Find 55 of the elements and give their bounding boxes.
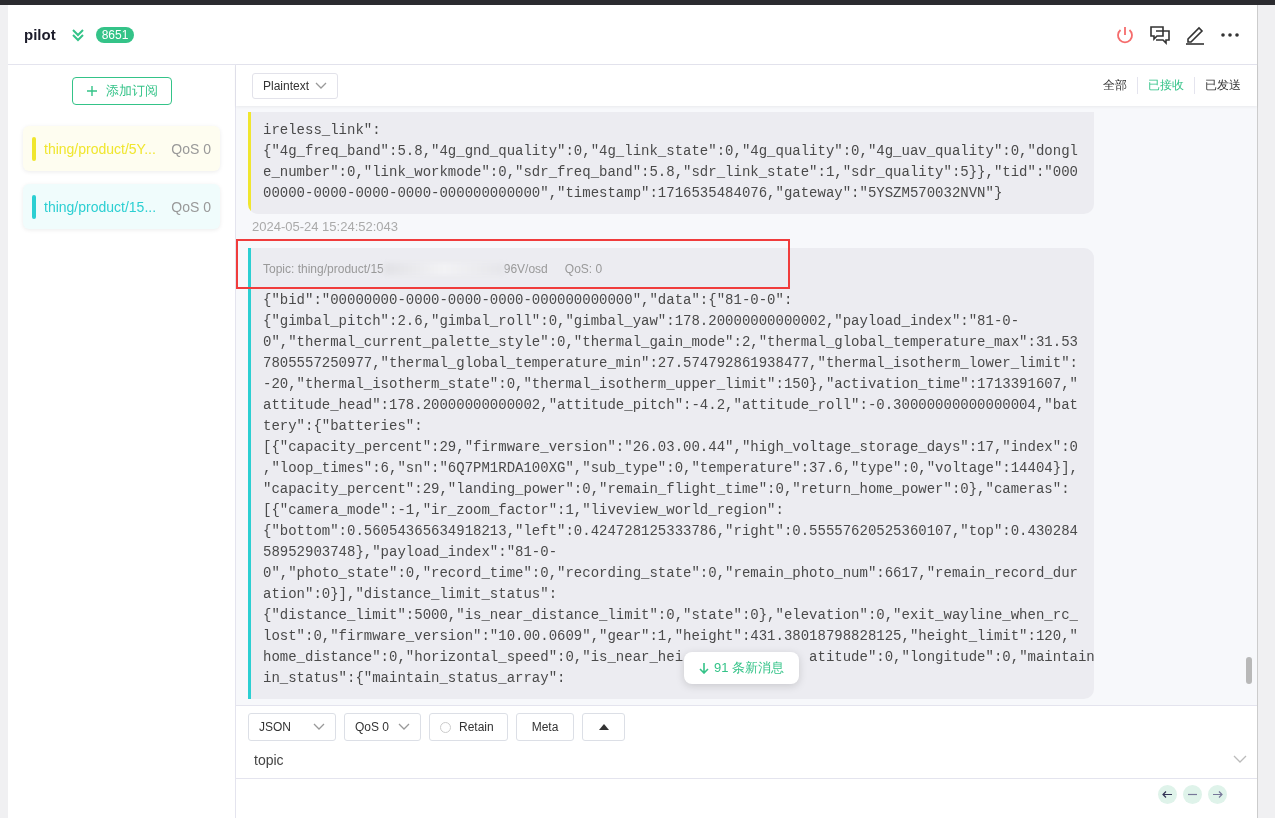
payload-line: lost":0,"firmware_version":"10.00.0609","gear":1,"height":431.38018798828125,"height_limit":120," bbox=[263, 627, 1079, 646]
payload-line: tery":{"batteries": bbox=[263, 417, 424, 436]
payload-line: {"bottom":0.56054365634918213,"left":0.424728125333786,"right":0.55557620525360107,"top":0.430284 bbox=[263, 522, 1079, 541]
payload-line: {"bid":"00000000-0000-0000-0000-000000000000","data":{"81-0-0": bbox=[263, 291, 794, 310]
payload-line: [{"camera_mode":-1,"ir_zoom_factor":1,"liveview_world_region": bbox=[263, 501, 785, 520]
chevron-down-icon bbox=[313, 723, 325, 731]
payload-line: "capacity_percent":29,"landing_power":0,"remain_flight_time":0,"return_home_power":0},"cameras": bbox=[263, 480, 1071, 499]
scrollbar-thumb[interactable] bbox=[1246, 657, 1252, 684]
connection-name: pilot bbox=[24, 26, 56, 43]
qos-label: QoS 0 bbox=[171, 198, 211, 215]
arrow-down-icon bbox=[699, 662, 709, 674]
expand-button[interactable] bbox=[582, 713, 625, 741]
payload-line: ,"loop_times":6,"sn":"6Q7PM1RDA100XG","sub_type":0,"temperature":37.6,"type":0,"voltage":14404}], bbox=[263, 459, 1079, 478]
topic-input[interactable]: topic bbox=[252, 750, 1233, 769]
chevron-down-icon bbox=[398, 723, 410, 731]
payload-line: 0","thermal_current_palette_style":0,"thermal_gain_mode":2,"thermal_global_temperature_max":31.53 bbox=[263, 333, 1079, 352]
message-time: 2024-05-24 15:24:52:043 bbox=[252, 219, 399, 234]
payload-line: {"4g_freq_band":5.8,"4g_gnd_quality":0,"4g_link_state":0,"4g_quality":0,"4g_uav_quality":0,"dongl bbox=[263, 142, 1078, 161]
format-select[interactable]: Plaintext bbox=[252, 72, 339, 99]
format-select[interactable]: JSON bbox=[248, 713, 336, 741]
payload-line: {"distance_limit":5000,"is_near_distance_limit":0,"state":0},"elevation":0,"exit_wayline_when_rc_ bbox=[263, 606, 1079, 625]
payload-line: e_number":0,"link_workmode":0,"sdr_freq_band":5.8,"sdr_link_state":1,"sdr_quality":5}},"tid":"000 bbox=[263, 163, 1078, 182]
filter-tab[interactable]: 已发送 bbox=[1194, 77, 1241, 94]
topic-label: 96V/osd bbox=[503, 262, 548, 276]
topic-label: thing/product/15... bbox=[44, 198, 158, 215]
arrow-left-icon[interactable] bbox=[1158, 785, 1177, 804]
payload-line: 00000-0000-0000-0000-000000000000","timestamp":1716535484076,"gateway":"5YSZM570032NVN"} bbox=[263, 184, 1004, 203]
chevron-down-icon bbox=[315, 81, 328, 90]
arrow-right-icon[interactable] bbox=[1208, 785, 1227, 804]
topic-label: Topic: thing/product/15 bbox=[263, 262, 384, 276]
plus-icon bbox=[85, 85, 98, 97]
payload-line: ireless_link": bbox=[263, 121, 382, 140]
topic-label: thing/product/5Y... bbox=[44, 140, 157, 157]
payload-line: {"gimbal_pitch":2.6,"gimbal_roll":0,"gimbal_yaw":178.20000000000002,"payload_index":"81-0- bbox=[263, 312, 1021, 331]
retain-toggle[interactable]: Retain bbox=[429, 713, 508, 741]
qos-label: QoS 0 bbox=[171, 140, 211, 157]
caret-up-icon bbox=[598, 724, 609, 730]
filter-tab[interactable]: 全部 bbox=[1093, 77, 1137, 94]
payload-line: -20,"thermal_isotherm_state":0,"thermal_isotherm_upper_limit":150},"activation_time":1713391607," bbox=[263, 375, 1079, 394]
chevrons-down-icon[interactable] bbox=[69, 26, 86, 43]
payload-line: attitude_head":178.20000000000002,"attitude_pitch":-4.2,"attitude_roll":-0.30000000000000004,"bat bbox=[263, 396, 1079, 415]
chat-icon[interactable] bbox=[1149, 23, 1171, 46]
message-count-badge: 8651 bbox=[95, 26, 135, 43]
payload-line: atitude":0,"longitude":0,"maintain bbox=[809, 649, 1094, 665]
payload-line: 7805557250977,"thermal_global_temperature_min":27.574792861938477,"thermal_isotherm_lower_limit": bbox=[263, 354, 1079, 373]
qos-label: QoS: 0 bbox=[564, 262, 603, 276]
payload-line: 0","photo_state":0,"record_time":0,"recording_state":0,"remain_photo_num":6617,"remain_record_dur bbox=[263, 564, 1079, 583]
qos-select[interactable]: QoS 0 bbox=[344, 713, 421, 741]
meta-button[interactable]: Meta bbox=[516, 713, 574, 741]
payload-line: [{"capacity_percent":29,"firmware_version":"26.03.00.44","high_voltage_storage_days":17,"index":0 bbox=[263, 438, 1079, 457]
minus-icon[interactable] bbox=[1183, 785, 1202, 804]
payload-line: 58952903748},"payload_index":"81-0- bbox=[263, 543, 559, 562]
payload-line: in_status":{"maintain_status_array": bbox=[263, 669, 567, 688]
payload-line: ation":0}],"distance_limit_status": bbox=[263, 585, 559, 604]
payload-line: home_distance":0,"horizontal_speed":0,"is_near_hei bbox=[263, 649, 684, 665]
